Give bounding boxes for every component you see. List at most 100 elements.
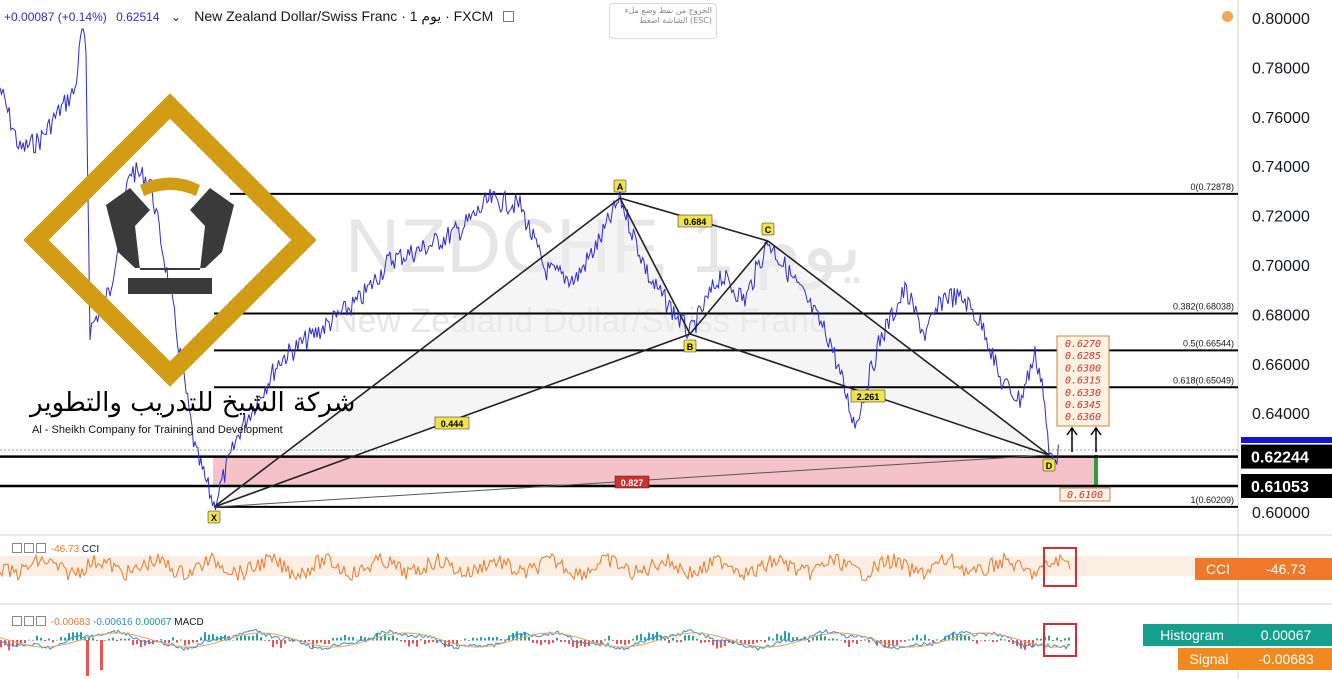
histogram-bar xyxy=(896,640,898,646)
alert-dot-icon[interactable] xyxy=(1222,11,1233,22)
histogram-bar xyxy=(204,632,206,641)
histogram-bar xyxy=(848,640,850,648)
minimize-icon[interactable] xyxy=(502,11,514,22)
close-icon[interactable] xyxy=(36,616,46,626)
histogram-bar xyxy=(316,640,318,644)
histogram-bar xyxy=(480,637,482,641)
histogram-bar xyxy=(136,640,138,645)
histogram-bar xyxy=(828,638,830,641)
histogram-bar xyxy=(180,639,182,641)
ratio-label: 0.444 xyxy=(441,419,464,429)
price-labels: 0.62244 0.61053 xyxy=(1241,437,1332,498)
histogram-bar xyxy=(792,637,794,641)
histogram-bar xyxy=(772,638,774,641)
histogram-bar xyxy=(564,640,566,642)
histogram-bar xyxy=(396,638,398,641)
pattern-point-label: X xyxy=(211,513,217,523)
histogram-bar xyxy=(556,637,558,641)
histogram-bar xyxy=(860,640,862,641)
histogram-bar xyxy=(768,636,770,641)
histogram-bar xyxy=(352,636,354,641)
histogram-bar xyxy=(336,637,338,641)
histogram-bar xyxy=(344,634,346,641)
histogram-bar xyxy=(40,637,42,641)
histogram-bar xyxy=(756,640,758,643)
reversal-zone xyxy=(213,456,1094,486)
histogram-bar xyxy=(960,633,962,641)
pattern-point-label: B xyxy=(687,342,694,352)
histogram-bar xyxy=(916,634,918,641)
histogram-bar xyxy=(676,640,678,643)
y-tick-label: 0.78000 xyxy=(1252,60,1310,77)
stop-value: 0.6100 xyxy=(1067,490,1103,501)
histogram-bar xyxy=(96,640,98,641)
histogram-bar xyxy=(120,638,122,641)
histogram-bar xyxy=(184,640,186,646)
fib-level-label: 0.618(0.65049) xyxy=(1173,375,1234,385)
histogram-bar xyxy=(988,639,990,641)
y-tick-label: 0.72000 xyxy=(1252,209,1310,226)
symbol-title[interactable]: New Zealand Dollar/Swiss Franc · 1 يوم ·… xyxy=(194,8,493,24)
histogram-bar xyxy=(86,640,89,676)
histogram-bar xyxy=(416,640,418,647)
price-chart[interactable]: NZDCHF, 1 يوم New Zealand Dollar/Swiss F… xyxy=(0,0,1332,679)
target-value: 0.6285 xyxy=(1065,351,1101,362)
histogram-bar xyxy=(864,639,866,641)
cci-band xyxy=(0,556,1238,576)
histogram-bar xyxy=(920,638,922,641)
histogram-bar xyxy=(616,640,618,645)
histogram-bar xyxy=(996,640,998,642)
close-icon[interactable] xyxy=(36,543,46,553)
histogram-bar xyxy=(412,640,414,644)
histogram-bar xyxy=(132,640,134,646)
histogram-bar xyxy=(484,638,486,641)
histogram-bar xyxy=(548,640,550,645)
fib-level-label: 0.382(0.68038) xyxy=(1173,301,1234,311)
histogram-bar xyxy=(20,640,22,644)
fib-level-label: 0.5(0.66544) xyxy=(1183,338,1234,348)
settings-icon[interactable] xyxy=(24,616,34,626)
histogram-bar xyxy=(1000,638,1002,641)
cci-legend-name: CCI xyxy=(81,544,100,555)
histogram-bar xyxy=(256,633,258,641)
y-tick-label: 0.60000 xyxy=(1252,505,1310,522)
pattern-point-label: D xyxy=(1046,461,1053,471)
histogram-bar xyxy=(168,640,170,644)
histogram-bar xyxy=(420,639,422,641)
hide-icon[interactable] xyxy=(12,616,22,626)
histogram-bar xyxy=(272,640,274,648)
histogram-bar xyxy=(276,640,278,644)
ratio-label: 2.261 xyxy=(857,392,880,402)
histogram-bar xyxy=(400,640,402,642)
settings-icon[interactable] xyxy=(24,543,34,553)
cci-axis-name: CCI xyxy=(1206,561,1230,577)
histogram-bar xyxy=(568,640,570,644)
hide-icon[interactable] xyxy=(12,543,22,553)
signal-value: -0.00683 xyxy=(1258,651,1313,667)
histogram-bar xyxy=(648,632,650,641)
histogram-bar xyxy=(824,636,826,641)
histogram-bar xyxy=(624,640,626,646)
histogram-bar xyxy=(928,639,930,641)
histogram-bar xyxy=(684,635,686,641)
histogram-bar xyxy=(164,640,166,644)
histogram-bar xyxy=(904,640,906,642)
histogram-bar xyxy=(912,637,914,641)
histogram-bar xyxy=(620,640,622,644)
histogram-bar xyxy=(268,640,270,642)
histogram-bar xyxy=(0,640,2,648)
histogram-bar xyxy=(968,636,970,641)
histogram-bar xyxy=(856,640,858,645)
histogram-bar xyxy=(404,640,406,643)
histogram-bar xyxy=(668,640,670,644)
logo-arabic-name: شركة الشيخ للتدريب والتطوير xyxy=(30,388,356,418)
collapse-chevron-icon[interactable]: ⌄ xyxy=(171,10,181,24)
histogram-bar xyxy=(104,640,106,641)
macd-legend-value-3: 0.00067 xyxy=(135,617,172,628)
histogram-bar xyxy=(1064,638,1066,641)
histogram-bar xyxy=(784,631,786,641)
histogram-bar xyxy=(900,640,902,642)
histogram-bar xyxy=(476,638,478,641)
histogram-bar xyxy=(248,636,250,641)
histogram-bar xyxy=(124,638,126,641)
